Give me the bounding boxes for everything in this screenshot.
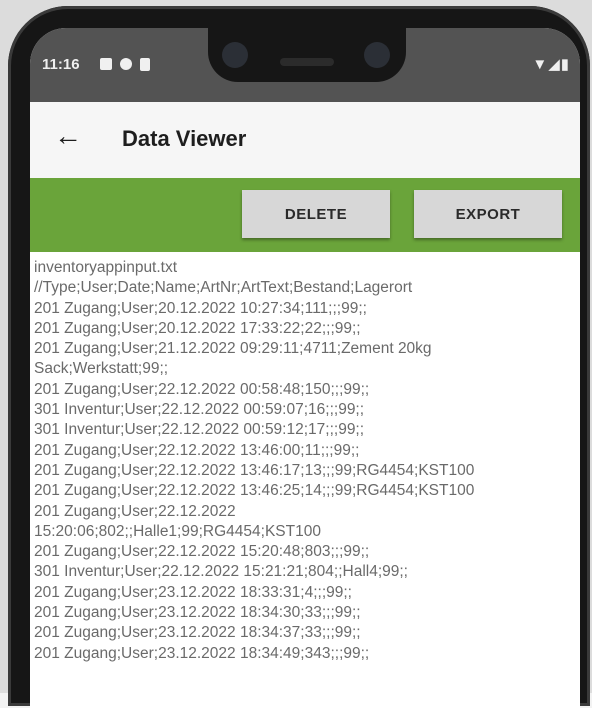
- device-background: 11:16 ▼◢▮ ← Data Viewer DELETE EXPORT in…: [0, 0, 592, 708]
- page-title: Data Viewer: [122, 126, 247, 151]
- front-sensor-icon: [364, 42, 390, 68]
- data-line: 201 Zugang;User;22.12.2022 13:46:25;14;;…: [34, 482, 475, 500]
- file-name-line: inventoryappinput.txt: [34, 259, 178, 276]
- data-line: 201 Zugang;User;20.12.2022 17:33:22;22;;…: [34, 319, 361, 337]
- data-line: 201 Zugang;User;22.12.2022 00:58:48;150;…: [34, 380, 370, 398]
- notification-icon: [100, 58, 112, 70]
- data-line: //Type;User;Date;Name;ArtNr;ArtText;Best…: [34, 279, 413, 297]
- sd-card-icon: [140, 58, 150, 71]
- wifi-signal-battery-icons: ▼◢▮: [532, 56, 570, 73]
- data-line: 201 Zugang;User;22.12.2022 15:20:48;803;…: [34, 543, 370, 561]
- data-line: 201 Zugang;User;23.12.2022 18:34:37;33;;…: [34, 624, 361, 642]
- phone-screen: 11:16 ▼◢▮ ← Data Viewer DELETE EXPORT in…: [30, 28, 580, 708]
- file-content-view[interactable]: inventoryappinput.txt //Type;User;Date;Na…: [30, 258, 580, 708]
- data-line: 15:20:06;802;;Halle1;99;RG4454;KST100: [34, 522, 321, 540]
- camera-notch: [208, 28, 406, 82]
- data-line: 201 Zugang;User;22.12.2022 13:46:17;13;;…: [34, 461, 475, 479]
- data-line: 201 Zugang;User;22.12.2022 13:46:00;11;;…: [34, 441, 360, 459]
- earpiece-speaker: [280, 58, 334, 66]
- data-line: 201 Zugang;User;23.12.2022 18:34:30;33;;…: [34, 604, 361, 622]
- data-line: 301 Inventur;User;22.12.2022 00:59:12;17…: [34, 421, 365, 439]
- data-line: 301 Inventur;User;22.12.2022 15:21:21;80…: [34, 563, 408, 581]
- back-arrow-icon[interactable]: ←: [54, 120, 82, 152]
- data-line: 201 Zugang;User;21.12.2022 09:29:11;4711…: [34, 340, 432, 358]
- delete-button[interactable]: DELETE: [242, 190, 390, 238]
- front-camera-icon: [222, 42, 248, 68]
- app-bar: ← Data Viewer: [30, 102, 580, 179]
- data-line: Sack;Werkstatt;99;;: [34, 360, 169, 378]
- status-time: 11:16: [42, 56, 80, 73]
- data-line: 201 Zugang;User;23.12.2022 18:33:31;4;;;…: [34, 583, 352, 601]
- sync-icon: [120, 58, 132, 70]
- action-toolbar: DELETE EXPORT: [30, 178, 580, 252]
- data-line: 201 Zugang;User;20.12.2022 10:27:34;111;…: [34, 299, 367, 317]
- phone-frame: 11:16 ▼◢▮ ← Data Viewer DELETE EXPORT in…: [8, 6, 590, 708]
- status-bar: 11:16 ▼◢▮: [30, 28, 580, 102]
- data-line: 301 Inventur;User;22.12.2022 00:59:07;16…: [34, 401, 365, 419]
- data-line: 201 Zugang;User;23.12.2022 18:34:49;343;…: [34, 644, 370, 662]
- data-line: 201 Zugang;User;22.12.2022: [34, 502, 236, 520]
- export-button[interactable]: EXPORT: [414, 190, 562, 238]
